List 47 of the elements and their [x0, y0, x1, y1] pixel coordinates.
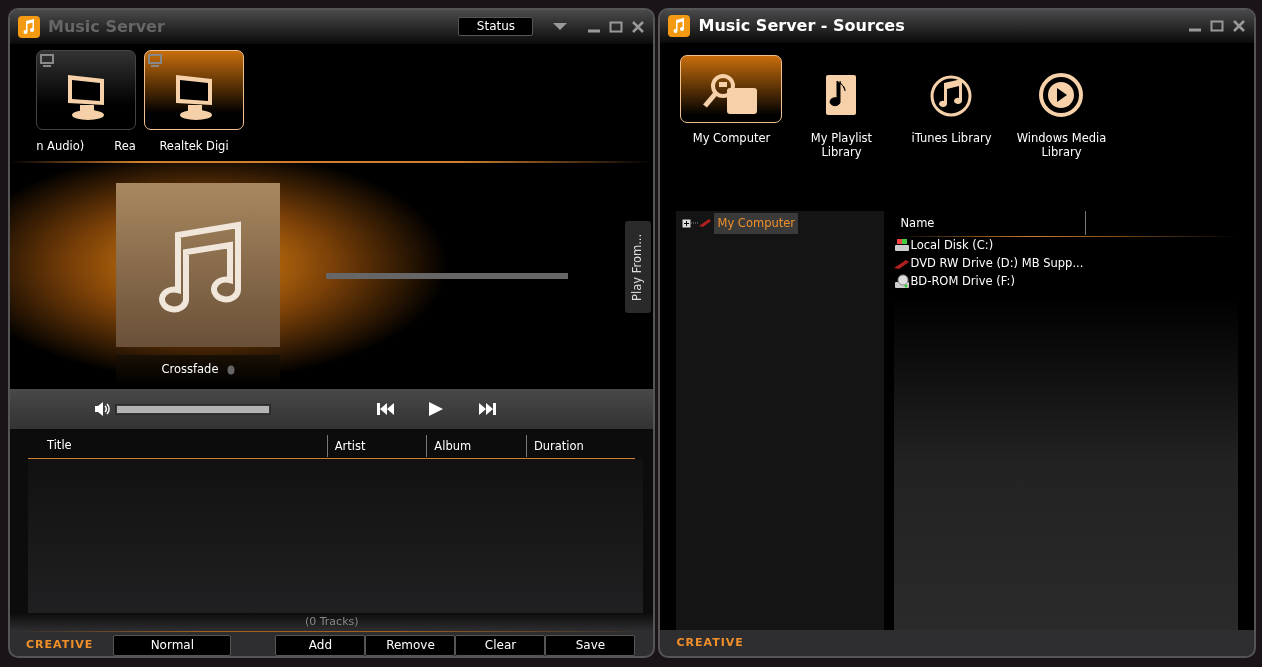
- mode-button[interactable]: Normal: [113, 635, 232, 656]
- column-header[interactable]: Artist: [326, 434, 427, 457]
- track-count: (0 Tracks): [304, 615, 359, 628]
- seek-bar[interactable]: [326, 272, 568, 279]
- source-label[interactable]: My Playlist Library: [795, 130, 888, 159]
- creative-logo: CREATIVE: [26, 637, 94, 654]
- status-button[interactable]: Status: [458, 17, 534, 37]
- device-label: Realtek Digi: [159, 137, 229, 155]
- playlist-button[interactable]: Add: [275, 635, 366, 656]
- source-label[interactable]: My Computer: [692, 130, 771, 145]
- disc-drive-icon: [894, 272, 911, 291]
- play-circle-icon: [1039, 72, 1084, 117]
- tree-item[interactable]: My Computer: [714, 212, 799, 234]
- playlist-button[interactable]: Clear: [455, 635, 546, 656]
- source-button[interactable]: [680, 54, 783, 123]
- window-title: Music Server - Sources: [698, 15, 905, 38]
- next-icon[interactable]: [478, 400, 497, 418]
- maximize-icon[interactable]: [1210, 19, 1224, 34]
- app-icon: [668, 15, 691, 38]
- device-tile[interactable]: [36, 49, 136, 130]
- device-label: Rea: [114, 137, 136, 155]
- device-label: n Audio): [36, 137, 85, 155]
- music-note-icon: [824, 72, 859, 117]
- file-name[interactable]: BD-ROM Drive (F:): [910, 272, 1015, 291]
- tree-line: [691, 222, 700, 225]
- column-header[interactable]: Duration: [525, 434, 636, 457]
- play-from-tab[interactable]: Play From...: [625, 220, 652, 313]
- file-name[interactable]: Local Disk (C:): [910, 236, 994, 255]
- volume-icon[interactable]: [94, 400, 110, 418]
- source-label[interactable]: Windows Media Library: [1015, 130, 1108, 159]
- source-label[interactable]: iTunes Library: [911, 130, 992, 145]
- close-icon[interactable]: [631, 19, 646, 34]
- playlist-button[interactable]: Remove: [365, 635, 456, 656]
- crossfade-label: Crossfade: [161, 361, 219, 379]
- app-icon: [18, 15, 40, 38]
- playlist-button[interactable]: Save: [545, 635, 636, 656]
- column-header[interactable]: Album: [426, 434, 526, 457]
- device-small-icon: [40, 52, 54, 70]
- creative-logo: CREATIVE: [676, 634, 744, 651]
- close-icon[interactable]: [1232, 19, 1246, 34]
- column-header[interactable]: Name: [894, 211, 1087, 235]
- maximize-icon[interactable]: [609, 19, 624, 34]
- window-title: Music Server: [48, 15, 165, 38]
- device-small-icon: [148, 52, 162, 70]
- column-header[interactable]: Title: [28, 436, 327, 455]
- file-name[interactable]: DVD RW Drive (D:) MB Supp...: [910, 254, 1084, 273]
- previous-icon[interactable]: [376, 400, 395, 418]
